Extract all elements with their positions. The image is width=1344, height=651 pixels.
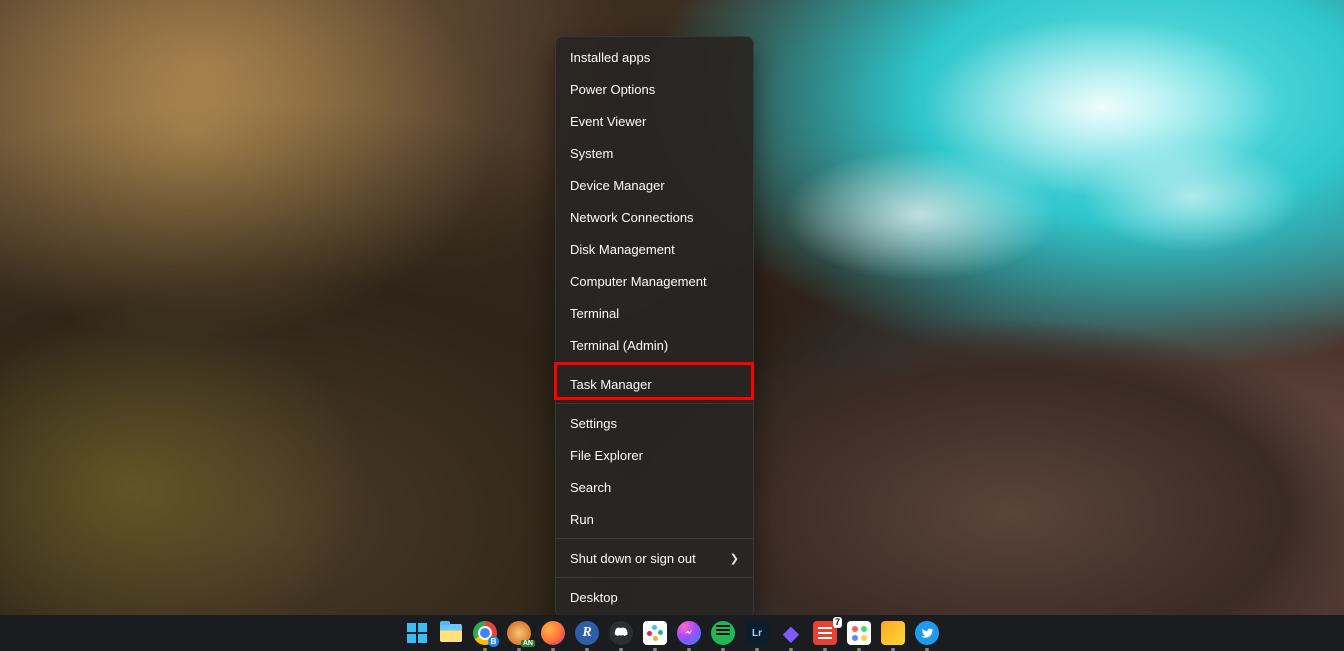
taskbar-twitter[interactable] [915,621,939,645]
menu-item-disk-management[interactable]: Disk Management [556,233,753,265]
menu-item-settings[interactable]: Settings [556,407,753,439]
taskbar-discord[interactable] [609,621,633,645]
menu-item-terminal[interactable]: Terminal [556,297,753,329]
menu-item-label: Desktop [570,590,618,605]
menu-item-label: Installed apps [570,50,650,65]
menu-item-label: System [570,146,613,161]
taskbar: B AN R [0,615,1344,651]
taskbar-chrome[interactable]: B [473,621,497,645]
winx-context-menu: Installed apps Power Options Event Viewe… [555,36,754,618]
menu-separator [556,538,753,539]
windows-logo-icon [407,623,427,643]
taskbar-pieces[interactable] [881,621,905,645]
menu-item-event-viewer[interactable]: Event Viewer [556,105,753,137]
menu-item-power-options[interactable]: Power Options [556,73,753,105]
start-button[interactable] [405,621,429,645]
menu-separator [556,577,753,578]
wallpaper-grass [0,0,645,651]
taskbar-ganache[interactable]: AN [507,621,531,645]
menu-separator [556,364,753,365]
menu-item-desktop[interactable]: Desktop [556,581,753,613]
menu-item-label: Computer Management [570,274,707,289]
menu-item-network-connections[interactable]: Network Connections [556,201,753,233]
menu-item-label: File Explorer [570,448,643,463]
menu-separator [556,403,753,404]
taskbar-icons: B AN R [405,621,939,645]
menu-item-label: Event Viewer [570,114,646,129]
menu-item-label: Search [570,480,611,495]
menu-item-task-manager[interactable]: Task Manager [556,368,753,400]
menu-item-label: Disk Management [570,242,675,257]
taskbar-app-dots[interactable] [847,621,871,645]
menu-item-label: Shut down or sign out [570,551,696,566]
menu-item-label: Terminal (Admin) [570,338,668,353]
menu-item-system[interactable]: System [556,137,753,169]
taskbar-file-explorer[interactable] [439,621,463,645]
slack-icon [647,625,663,641]
menu-item-run[interactable]: Run [556,503,753,535]
menu-item-label: Device Manager [570,178,665,193]
menu-item-installed-apps[interactable]: Installed apps [556,41,753,73]
taskbar-messenger[interactable] [677,621,701,645]
file-explorer-icon [440,624,462,642]
menu-item-label: Network Connections [570,210,694,225]
taskbar-todoist[interactable]: 7 [813,621,837,645]
taskbar-obsidian[interactable]: ◆ [779,621,803,645]
chevron-right-icon: ❯ [730,552,739,565]
taskbar-rstudio[interactable]: R [575,621,599,645]
menu-item-shut-down-or-sign-out[interactable]: Shut down or sign out ❯ [556,542,753,574]
taskbar-firefox[interactable] [541,621,565,645]
ganache-badge: AN [521,640,535,647]
taskbar-spotify[interactable] [711,621,735,645]
twitter-icon [920,626,934,640]
discord-icon [613,625,629,641]
taskbar-lightroom[interactable]: Lr [745,621,769,645]
menu-item-label: Power Options [570,82,655,97]
chrome-badge: B [488,636,499,647]
menu-item-computer-management[interactable]: Computer Management [556,265,753,297]
menu-item-device-manager[interactable]: Device Manager [556,169,753,201]
menu-item-file-explorer[interactable]: File Explorer [556,439,753,471]
menu-item-label: Terminal [570,306,619,321]
rstudio-icon: R [582,625,591,641]
menu-item-label: Run [570,512,594,527]
lightroom-icon: Lr [752,628,762,639]
messenger-icon [682,626,696,640]
wallpaper-foam [739,0,1344,358]
todoist-badge: 7 [833,617,842,628]
menu-item-label: Task Manager [570,377,652,392]
taskbar-slack[interactable] [643,621,667,645]
menu-item-search[interactable]: Search [556,471,753,503]
obsidian-icon: ◆ [783,621,798,646]
menu-item-label: Settings [570,416,617,431]
menu-item-terminal-admin[interactable]: Terminal (Admin) [556,329,753,361]
dots-icon [852,626,867,641]
